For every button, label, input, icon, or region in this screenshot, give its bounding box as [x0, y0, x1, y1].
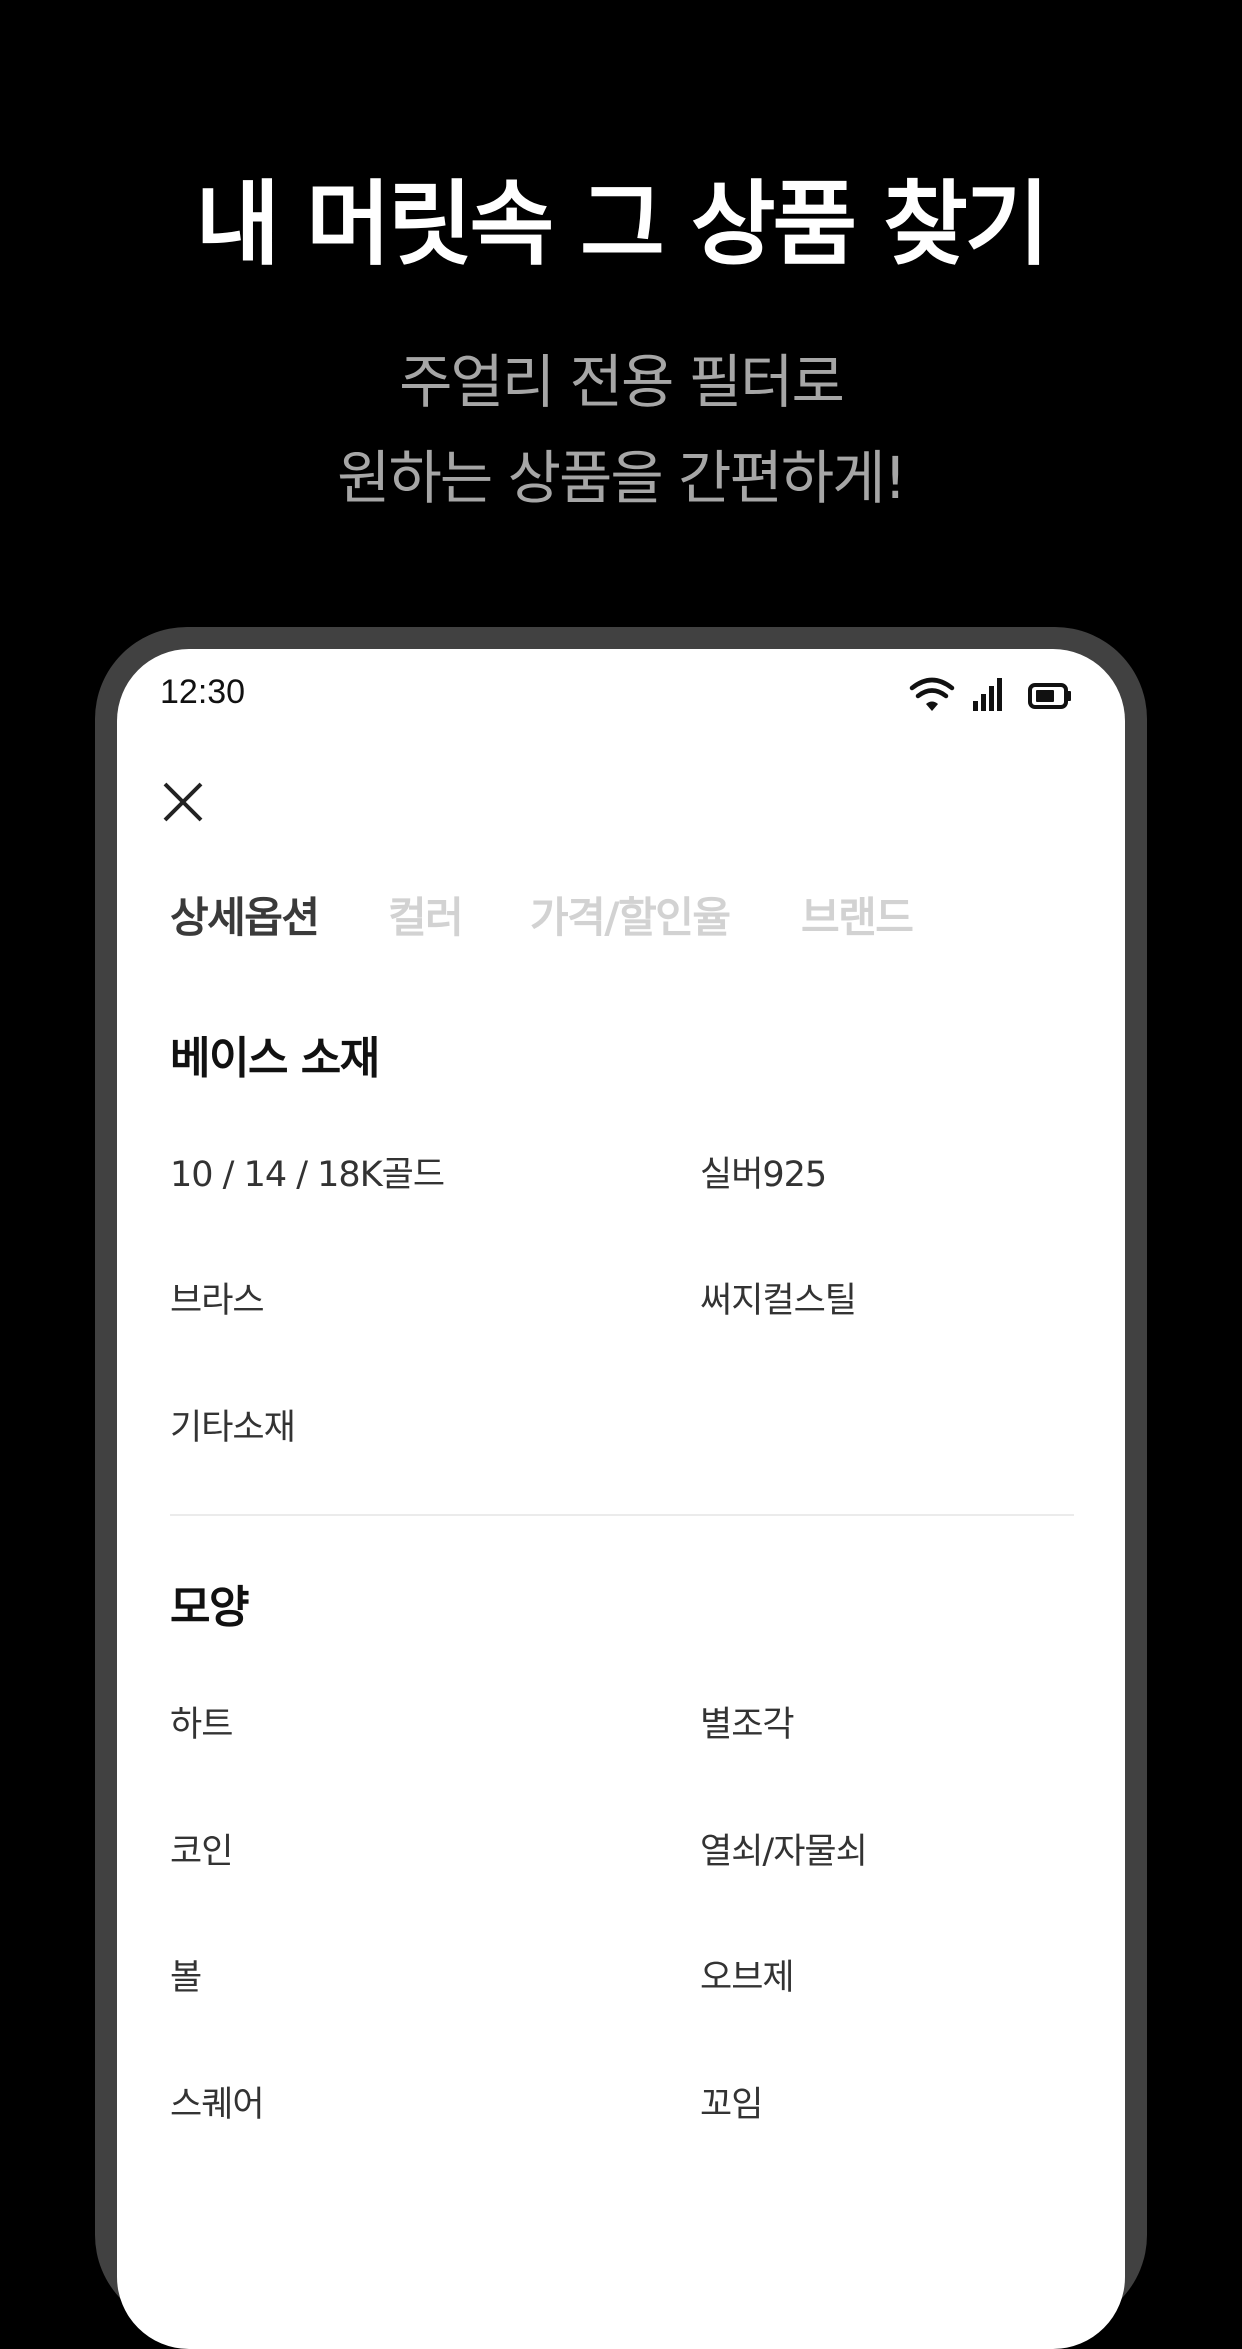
wifi-icon: [909, 677, 955, 711]
tab-detail-options[interactable]: 상세옵션: [170, 884, 320, 945]
option-silver925[interactable]: 실버925: [700, 1146, 827, 1197]
option-key-lock[interactable]: 열쇠/자물쇠: [700, 1823, 868, 1874]
signal-icon: [973, 678, 1002, 711]
option-square[interactable]: 스퀘어: [170, 2076, 265, 2127]
tab-brand[interactable]: 브랜드: [801, 884, 914, 945]
section-title-base-material: 베이스 소재: [170, 1033, 380, 1084]
promo-subtitle-line1: 주얼리 전용 필터로: [399, 348, 845, 416]
option-heart[interactable]: 하트: [170, 1696, 233, 1747]
promo-title: 내 머릿속 그 상품 찾기: [195, 171, 1050, 278]
tab-color[interactable]: 컬러: [388, 884, 464, 945]
status-icons: [909, 677, 1079, 717]
option-object[interactable]: 오브제: [700, 1949, 795, 2000]
status-bar: 12:30: [117, 649, 1125, 739]
status-time: 12:30: [160, 673, 246, 711]
option-ball[interactable]: 볼: [170, 1949, 202, 2000]
section-title-shape: 모양: [170, 1582, 249, 1633]
promo-subtitle-line2: 원하는 상품을 간편하게!: [337, 444, 907, 512]
option-gold[interactable]: 10 / 14 / 18K골드: [170, 1146, 445, 1197]
option-twist[interactable]: 꼬임: [700, 2076, 763, 2127]
option-surgical-steel[interactable]: 써지컬스틸: [700, 1272, 857, 1323]
tab-price-discount[interactable]: 가격/할인율: [530, 884, 731, 945]
battery-icon: [1028, 683, 1071, 709]
option-coin[interactable]: 코인: [170, 1823, 233, 1874]
close-button[interactable]: [160, 779, 206, 825]
section-divider: [170, 1514, 1074, 1516]
option-other-material[interactable]: 기타소재: [170, 1399, 296, 1450]
phone-screen: 12:30 상세옵션 컬러 가격/할인율 브랜드 베이스 소재 10 / 14 …: [117, 649, 1125, 2349]
option-star-piece[interactable]: 별조각: [700, 1696, 795, 1747]
close-icon: [163, 782, 203, 822]
option-brass[interactable]: 브라스: [170, 1272, 265, 1323]
